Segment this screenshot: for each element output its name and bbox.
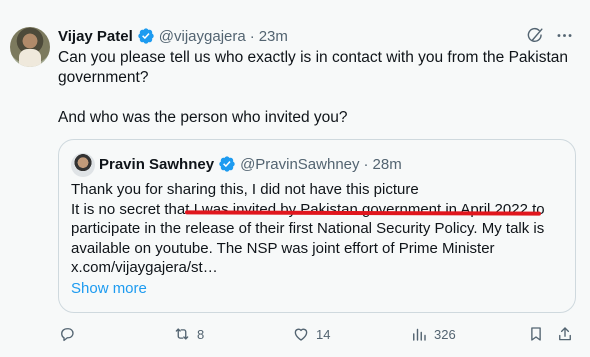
- tweet-header: Vijay Patel @vijaygajera · 23m: [58, 26, 288, 46]
- tweet[interactable]: Vijay Patel @vijaygajera · 23m Can you p…: [0, 0, 590, 357]
- like-button[interactable]: 14: [292, 325, 330, 343]
- grok-icon[interactable]: [526, 26, 545, 45]
- repost-count: 8: [197, 326, 205, 342]
- like-count: 14: [316, 326, 331, 342]
- quoted-avatar[interactable]: [71, 153, 95, 177]
- timestamp[interactable]: 23m: [259, 28, 288, 45]
- avatar[interactable]: [10, 27, 50, 67]
- bookmark-button[interactable]: [527, 325, 545, 343]
- repost-icon: [175, 328, 189, 340]
- verified-badge-icon: [219, 156, 235, 172]
- quoted-timestamp[interactable]: 28m: [373, 156, 402, 173]
- separator-dot: ·: [363, 155, 369, 173]
- views-count: 326: [434, 326, 456, 342]
- like-icon: [294, 328, 308, 341]
- quoted-tweet[interactable]: Pravin Sawhney @PravinSawhney · 28m Than…: [58, 139, 576, 313]
- views-button[interactable]: 326: [410, 325, 456, 343]
- bookmark-icon: [531, 327, 541, 341]
- more-icon[interactable]: [555, 26, 574, 45]
- verified-badge-icon: [138, 28, 154, 44]
- tweet-actions: 8 14 326: [58, 325, 578, 345]
- tweet-top-actions: [526, 26, 574, 45]
- tweet-text-line1: Can you please tell us who exactly is in…: [58, 49, 569, 86]
- share-icon: [559, 327, 571, 341]
- author-name[interactable]: Vijay Patel: [58, 28, 133, 45]
- quoted-text: Thank you for sharing this, I did not ha…: [71, 180, 571, 278]
- quoted-author-handle[interactable]: @PravinSawhney: [240, 156, 359, 173]
- separator-dot: ·: [249, 27, 255, 45]
- repost-button[interactable]: 8: [173, 325, 204, 343]
- show-more-link[interactable]: Show more: [71, 280, 147, 297]
- views-icon: [413, 328, 426, 341]
- quoted-header: Pravin Sawhney @PravinSawhney · 28m: [99, 153, 402, 175]
- tweet-text-line2: And who was the person who invited you?: [58, 109, 348, 126]
- quoted-author-name[interactable]: Pravin Sawhney: [99, 156, 214, 173]
- reply-button[interactable]: [58, 325, 82, 343]
- share-button[interactable]: [556, 325, 574, 343]
- reply-icon: [61, 328, 74, 342]
- author-handle[interactable]: @vijaygajera: [159, 28, 246, 45]
